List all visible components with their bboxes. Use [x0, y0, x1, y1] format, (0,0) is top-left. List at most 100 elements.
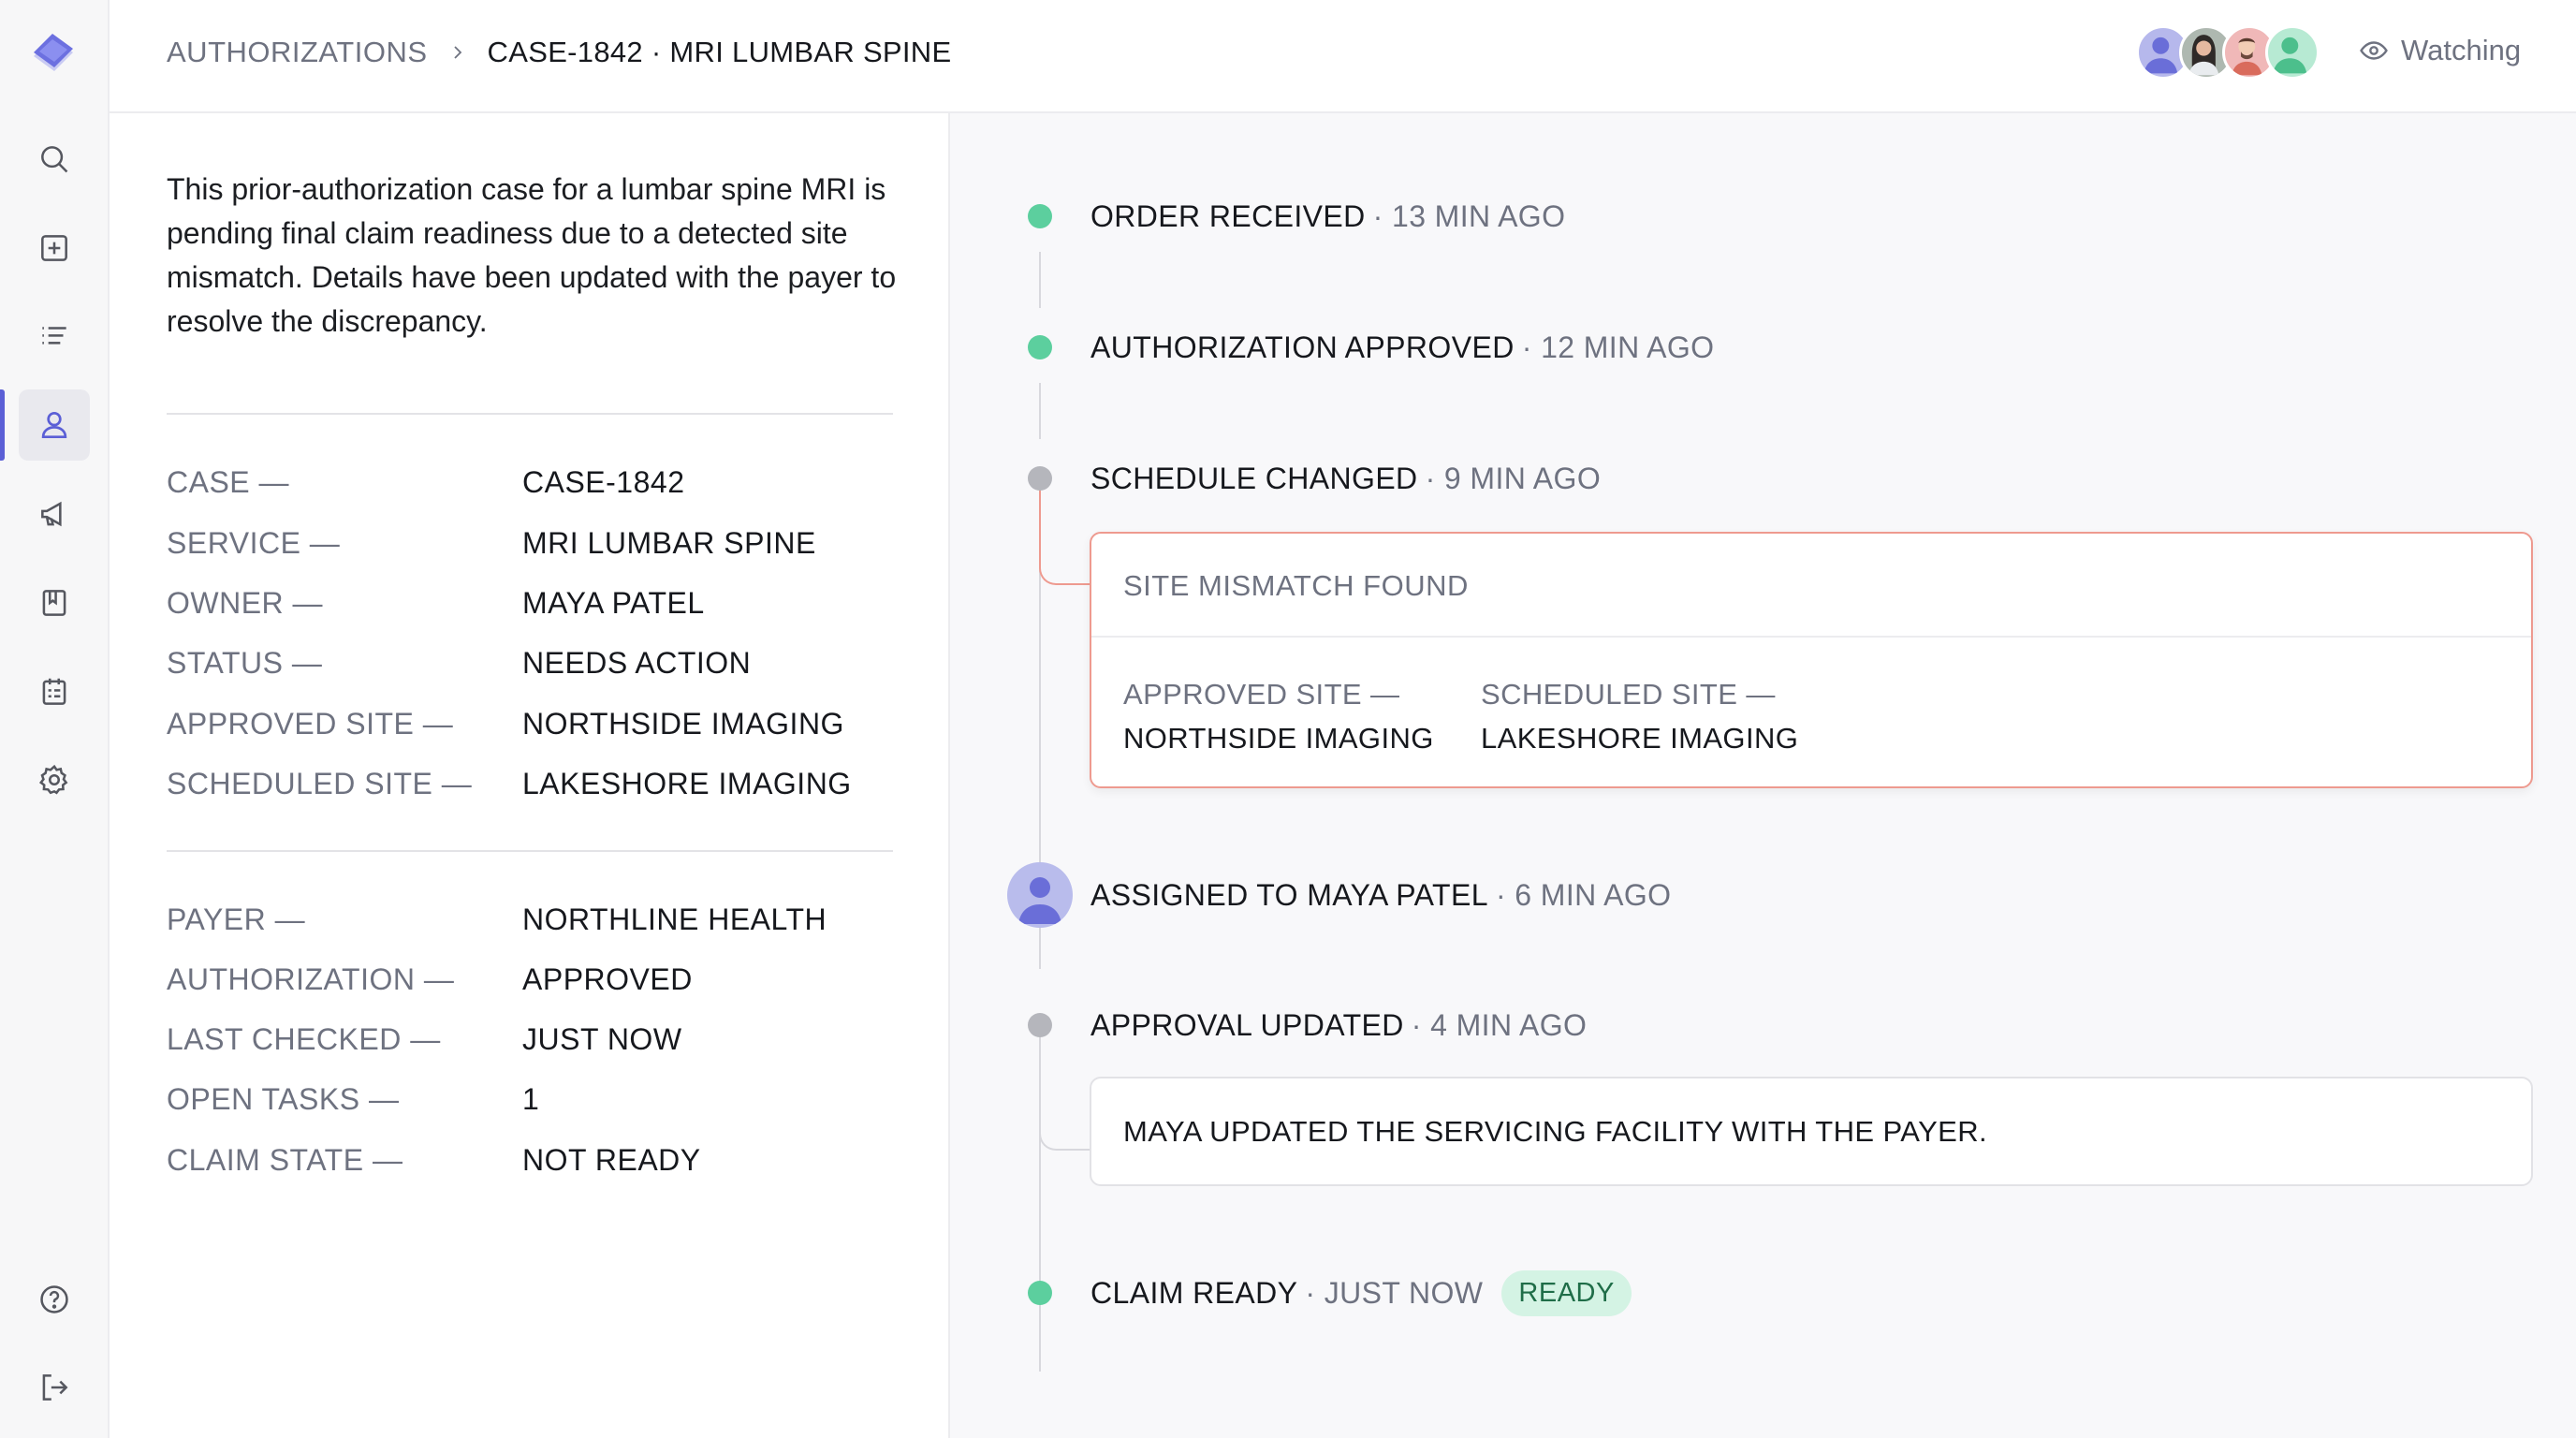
timeline-event: SCHEDULE CHANGED · 9 MIN AGO [950, 450, 2541, 506]
status-dot [1028, 1281, 1052, 1305]
detail-label: AUTHORIZATION — [167, 961, 455, 996]
approved-site-block: APPROVED SITE — NORTHSIDE IMAGING [1123, 672, 1434, 760]
detail-label: CLAIM STATE — [167, 1142, 403, 1177]
logout-icon [42, 1374, 68, 1401]
divider [1091, 636, 2531, 638]
event-title: CLAIM READY [1090, 1275, 1298, 1310]
user-icon [41, 411, 67, 439]
schedule-nav-button[interactable] [19, 656, 90, 727]
settings-nav-button[interactable] [19, 744, 90, 815]
detail-value: NEEDS ACTION [522, 645, 752, 680]
event-title: ORDER RECEIVED [1090, 198, 1366, 233]
event-time: · JUST NOW [1305, 1275, 1484, 1310]
new-nav-button[interactable] [19, 213, 90, 284]
app-logo-icon[interactable] [30, 32, 77, 75]
detail-label: OWNER — [167, 585, 324, 620]
help-icon [40, 1285, 68, 1313]
detail-label: SCHEDULED SITE — [167, 766, 473, 800]
event-title: ASSIGNED TO MAYA PATEL [1090, 877, 1488, 912]
detail-row: SERVICE — MRI LUMBAR SPINE [167, 517, 915, 569]
list-icon [42, 327, 66, 345]
logout-nav-button[interactable] [19, 1352, 90, 1423]
breadcrumb: AUTHORIZATIONS CASE-1842 · MRI LUMBAR SP… [167, 36, 951, 69]
detail-row: CASE — CASE-1842 [167, 456, 915, 508]
detail-label: LAST CHECKED — [167, 1021, 441, 1056]
avatar[interactable] [2265, 25, 2320, 80]
help-nav-button[interactable] [19, 1264, 90, 1335]
detail-row: STATUS — NEEDS ACTION [167, 637, 915, 689]
guides-nav-button[interactable] [19, 567, 90, 638]
authorizations-nav-button[interactable] [19, 389, 90, 461]
detail-value: NORTHLINE HEALTH [522, 902, 827, 936]
event-time: · 6 MIN AGO [1495, 877, 1672, 912]
detail-value: JUST NOW [522, 1021, 682, 1056]
event-time: · 12 MIN AGO [1521, 330, 1715, 364]
detail-value: CASE-1842 [522, 464, 685, 499]
breadcrumb-parent-link[interactable]: AUTHORIZATIONS [167, 36, 428, 69]
detail-row: CLAIM STATE — NOT READY [167, 1134, 915, 1186]
scheduled-site-block: SCHEDULED SITE — LAKESHORE IMAGING [1481, 672, 1798, 760]
detail-row: PAYER — NORTHLINE HEALTH [167, 893, 915, 946]
search-nav-button[interactable] [19, 124, 90, 195]
watching-label: Watching [2401, 34, 2522, 66]
detail-label: APPROVED SITE — [167, 706, 454, 741]
watching-toggle[interactable]: Watching [2358, 34, 2521, 67]
divider [167, 413, 893, 415]
detail-value: MRI LUMBAR SPINE [522, 525, 816, 560]
detail-label: OPEN TASKS — [167, 1081, 400, 1116]
timeline-event: CLAIM READY · JUST NOW READY [950, 1265, 2541, 1321]
gear-icon [38, 764, 68, 795]
top-header: AUTHORIZATIONS CASE-1842 · MRI LUMBAR SP… [110, 0, 2576, 113]
timeline-connector [1039, 383, 1041, 439]
detail-row: AUTHORIZATION — APPROVED [167, 953, 915, 1005]
detail-row: OPEN TASKS — 1 [167, 1073, 915, 1125]
watchers-avatar-group[interactable] [2136, 25, 2320, 80]
status-dot [1028, 466, 1052, 491]
detail-value: MAYA PATEL [522, 585, 705, 620]
timeline-event: APPROVAL UPDATED · 4 MIN AGO [950, 997, 2541, 1053]
detail-label: PAYER — [167, 902, 306, 936]
activity-timeline: ORDER RECEIVED · 13 MIN AGO AUTHORIZATION… [950, 113, 2576, 1438]
detail-value: NORTHSIDE IMAGING [522, 706, 844, 741]
case-details-panel: This prior-authorization case for a lumb… [110, 113, 950, 1438]
detail-label: CASE — [167, 464, 290, 499]
timeline-event: AUTHORIZATION APPROVED · 12 MIN AGO [950, 319, 2541, 375]
timeline-event: ASSIGNED TO MAYA PATEL · 6 MIN AGO [950, 862, 2541, 928]
case-summary: This prior-authorization case for a lumb… [167, 172, 897, 338]
calendar-icon [42, 678, 66, 705]
plus-square-icon [41, 235, 67, 261]
event-time: · 9 MIN AGO [1425, 461, 1602, 495]
event-time: · 13 MIN AGO [1372, 198, 1566, 233]
active-indicator [0, 389, 5, 461]
event-time: · 4 MIN AGO [1411, 1007, 1588, 1042]
divider [167, 850, 893, 852]
sidebar [0, 0, 110, 1438]
book-icon [42, 590, 66, 616]
search-icon [41, 146, 68, 173]
event-title: AUTHORIZATION APPROVED [1090, 330, 1515, 364]
status-dot [1028, 204, 1052, 228]
detail-value: 1 [522, 1081, 540, 1116]
scheduled-site-label: SCHEDULED SITE — [1481, 678, 1776, 711]
eye-icon [2360, 41, 2388, 60]
status-dot [1028, 1013, 1052, 1037]
list-nav-button[interactable] [19, 301, 90, 373]
event-title: SCHEDULE CHANGED [1090, 461, 1418, 495]
timeline-connector [1039, 252, 1041, 308]
approved-site-value: NORTHSIDE IMAGING [1123, 722, 1434, 755]
update-note: MAYA UPDATED THE SERVICING FACILITY WITH… [1090, 1077, 2533, 1186]
detail-value: LAKESHORE IMAGING [522, 766, 852, 800]
detail-row: LAST CHECKED — JUST NOW [167, 1013, 915, 1065]
detail-label: SERVICE — [167, 525, 341, 560]
megaphone-icon [41, 501, 62, 527]
chevron-right-icon [453, 46, 461, 59]
event-title: APPROVAL UPDATED [1090, 1007, 1404, 1042]
detail-label: STATUS — [167, 645, 323, 680]
assignee-avatar[interactable] [1007, 862, 1073, 928]
detail-row: OWNER — MAYA PATEL [167, 577, 915, 629]
site-mismatch-alert: SITE MISMATCH FOUND APPROVED SITE — NORT… [1090, 532, 2533, 788]
timeline-event: ORDER RECEIVED · 13 MIN AGO [950, 188, 2541, 244]
detail-row: APPROVED SITE — NORTHSIDE IMAGING [167, 697, 915, 750]
detail-row: SCHEDULED SITE — LAKESHORE IMAGING [167, 757, 915, 810]
announcements-nav-button[interactable] [19, 478, 90, 550]
